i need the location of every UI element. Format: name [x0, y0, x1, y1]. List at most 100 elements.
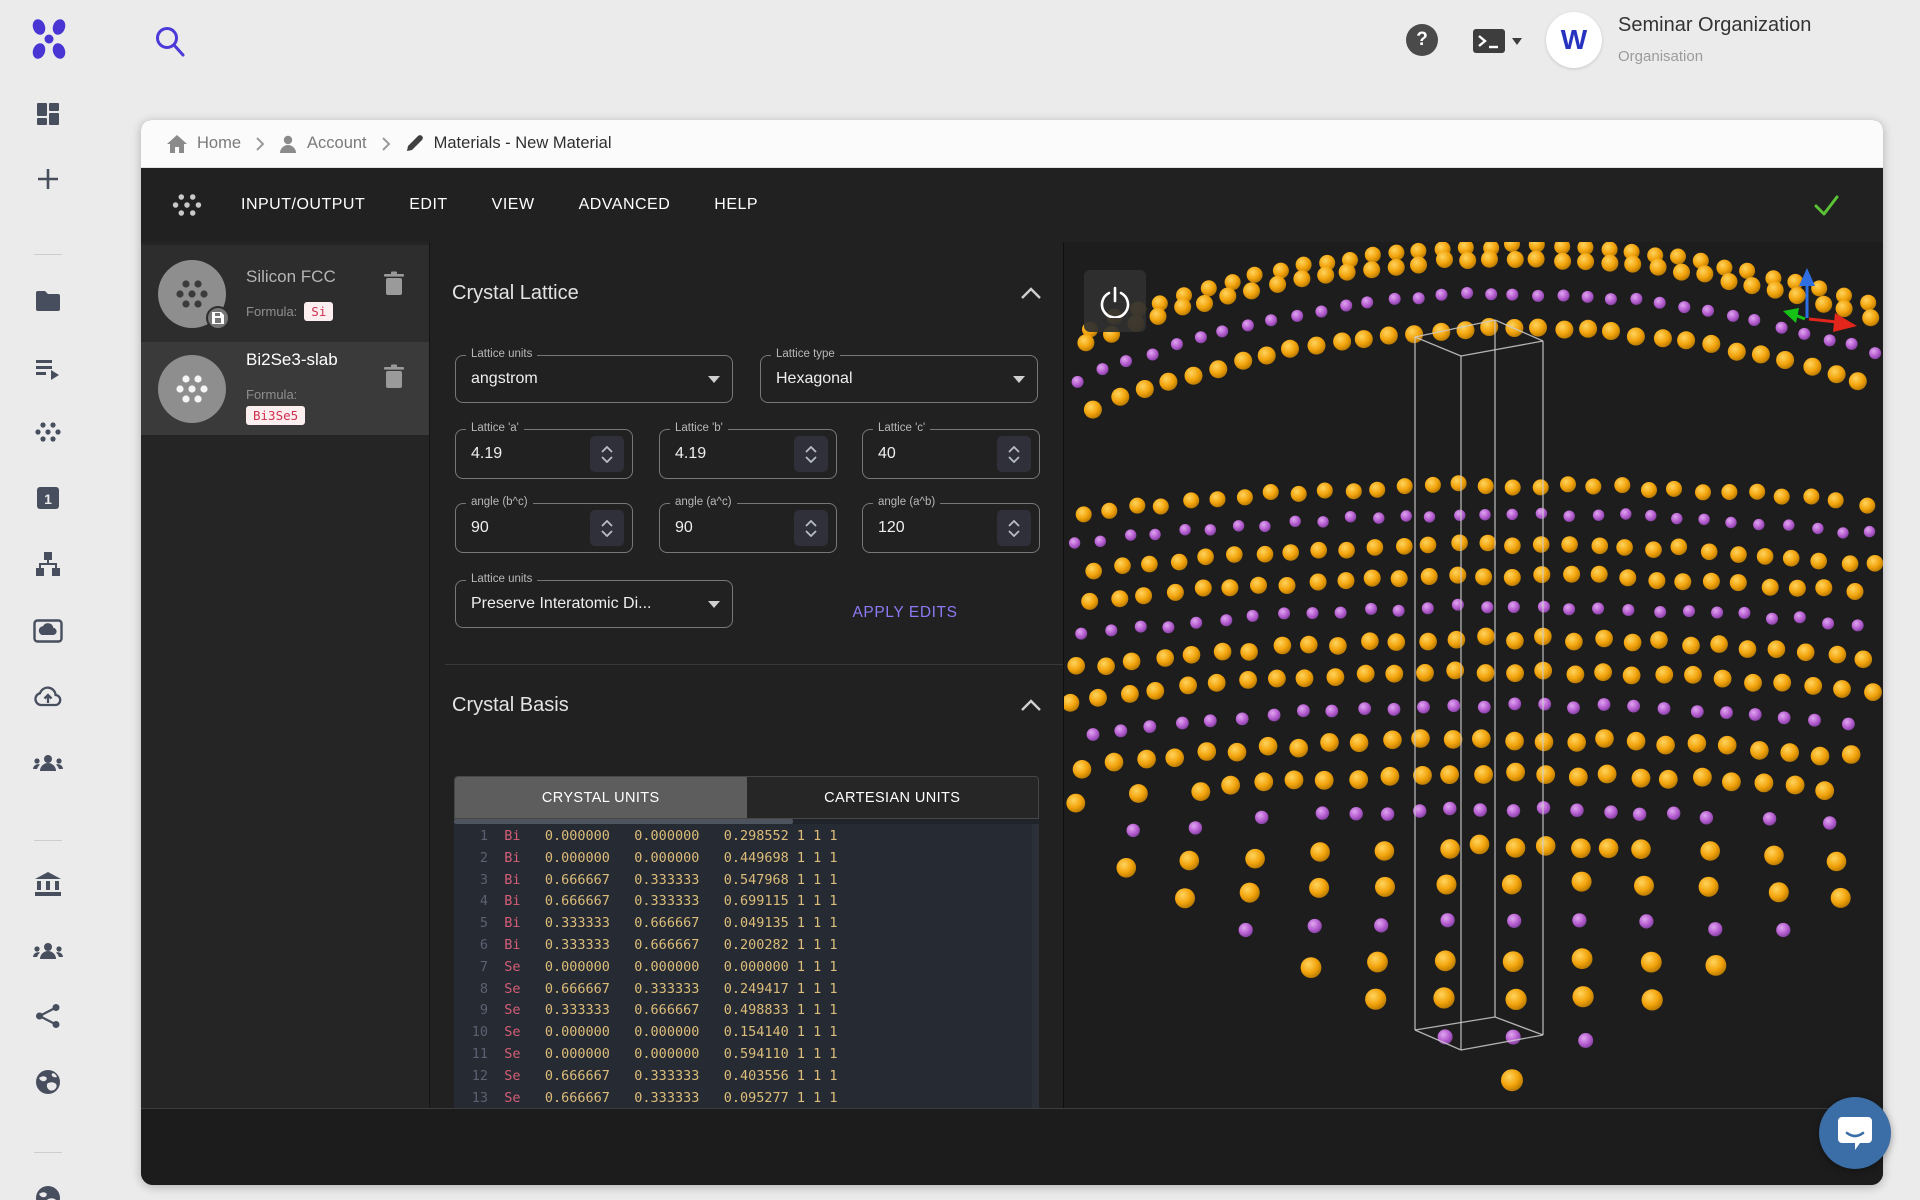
lattice-units-select[interactable]: Lattice units angstrom — [455, 355, 733, 403]
basis-code-editor[interactable]: 1 Bi 0.000000 0.000000 0.298552 1 1 12 B… — [454, 819, 1039, 1108]
number-stepper[interactable] — [590, 510, 624, 546]
menu-advanced[interactable]: ADVANCED — [579, 196, 671, 214]
material-formula: Bi3Se5 — [246, 406, 305, 425]
delete-icon[interactable] — [383, 364, 405, 390]
menu-view[interactable]: VIEW — [492, 196, 535, 214]
sidebar-divider — [34, 840, 62, 841]
sidebar-item-add[interactable] — [28, 159, 68, 199]
tab-cartesian-units[interactable]: CARTESIAN UNITS — [747, 777, 1039, 818]
material-avatar — [158, 355, 226, 423]
sidebar-item-projects[interactable] — [28, 281, 68, 321]
number-stepper[interactable] — [590, 436, 624, 472]
sidebar-item-organization[interactable] — [28, 864, 68, 904]
lattice-a-input[interactable]: Lattice 'a' 4.19 — [455, 429, 633, 479]
chevron-down-icon — [1013, 376, 1025, 383]
section-title-crystal-basis: Crystal Basis — [452, 694, 569, 717]
formula-chip: Bi3Se5 — [246, 406, 305, 425]
check-icon — [1811, 190, 1841, 220]
sidebar-item-workflows[interactable] — [28, 544, 68, 584]
search-icon[interactable] — [153, 24, 187, 60]
tab-crystal-units[interactable]: CRYSTAL UNITS — [455, 777, 747, 818]
number-stepper[interactable] — [794, 510, 828, 546]
number-stepper[interactable] — [997, 510, 1031, 546]
angle-beta-input[interactable]: angle (a^c) 90 — [659, 503, 837, 553]
cloud-upload-icon — [33, 685, 63, 709]
people-icon — [32, 752, 64, 774]
material-item-bi2se3[interactable]: Bi2Se3-slab Formula: Bi3Se5 — [141, 342, 429, 435]
help-icon[interactable]: ? — [1406, 24, 1438, 56]
saved-badge-icon — [206, 306, 230, 330]
people-icon — [32, 940, 64, 962]
sidebar-item-users[interactable] — [28, 931, 68, 971]
org-name[interactable]: Seminar Organization — [1618, 14, 1811, 37]
org-subtitle: Organisation — [1618, 48, 1703, 65]
number-stepper[interactable] — [794, 436, 828, 472]
globe-icon — [34, 1184, 62, 1200]
sidebar-divider — [34, 254, 62, 255]
chevron-down-icon — [708, 376, 720, 383]
axes-gizmo — [1765, 256, 1865, 346]
angle-gamma-input[interactable]: angle (a^b) 120 — [862, 503, 1040, 553]
home-icon — [167, 135, 187, 153]
sidebar-rail: 1 — [0, 0, 141, 1200]
atoms-icon — [171, 189, 203, 221]
sidebar-item-calendar[interactable]: 1 — [28, 478, 68, 518]
sidebar-item-public[interactable] — [28, 1062, 68, 1102]
chevron-right-icon — [381, 137, 391, 151]
breadcrumb-home[interactable]: Home — [167, 134, 241, 153]
person-icon — [279, 135, 297, 153]
structure-viewer-3d[interactable] — [1064, 242, 1883, 1108]
angle-alpha-input[interactable]: angle (b^c) 90 — [455, 503, 633, 553]
collapse-chevron-icon[interactable] — [1020, 698, 1042, 712]
material-item-silicon[interactable]: Silicon FCC Formula: Si — [141, 245, 429, 342]
media-icon — [33, 619, 63, 643]
menu-help[interactable]: HELP — [714, 196, 758, 214]
job-list-icon — [34, 356, 62, 382]
horizontal-scrollbar[interactable] — [454, 819, 1039, 824]
material-title: Silicon FCC — [246, 267, 336, 287]
sidebar-item-dashboard[interactable] — [28, 94, 68, 134]
folder-icon — [34, 289, 62, 313]
plus-icon — [35, 166, 61, 192]
avatar[interactable]: W — [1546, 12, 1602, 68]
reposition-mode-select[interactable]: Lattice units Preserve Interatomic Di... — [455, 580, 733, 628]
atoms-icon — [34, 418, 62, 446]
chat-support-button[interactable] — [1819, 1097, 1891, 1169]
delete-icon[interactable] — [383, 271, 405, 297]
basis-units-tabs: CRYSTAL UNITS CARTESIAN UNITS — [454, 776, 1039, 819]
app-page: ? W Seminar Organization Organisation — [0, 0, 1920, 1200]
material-formula: Formula: Si — [246, 302, 333, 321]
dashboard-icon — [35, 101, 61, 127]
formula-chip: Si — [304, 302, 333, 321]
menu-input-output[interactable]: INPUT/OUTPUT — [241, 196, 365, 214]
chat-bubble-icon — [1835, 1114, 1875, 1152]
workflow-icon — [34, 550, 62, 578]
menu-edit[interactable]: EDIT — [409, 196, 447, 214]
window-footer — [141, 1108, 1883, 1185]
sidebar-item-materials[interactable] — [28, 412, 68, 452]
collapse-chevron-icon[interactable] — [1020, 286, 1042, 300]
terminal-dropdown-icon[interactable] — [1472, 27, 1524, 55]
main-window: Home Account Materials - New Material — [141, 120, 1883, 1185]
sidebar-item-explore[interactable] — [28, 1178, 68, 1200]
section-title-crystal-lattice: Crystal Lattice — [452, 282, 579, 305]
lattice-type-select[interactable]: Lattice type Hexagonal — [760, 355, 1038, 403]
sidebar-item-media[interactable] — [28, 611, 68, 651]
vertical-scrollbar[interactable] — [1032, 824, 1039, 1108]
breadcrumb-account[interactable]: Account — [279, 134, 367, 153]
sidebar-item-cloud-upload[interactable] — [28, 677, 68, 717]
section-divider — [445, 664, 1063, 665]
share-icon — [35, 1003, 61, 1029]
breadcrumb: Home Account Materials - New Material — [141, 120, 1883, 168]
lattice-b-input[interactable]: Lattice 'b' 4.19 — [659, 429, 837, 479]
number-stepper[interactable] — [997, 436, 1031, 472]
sidebar-item-share[interactable] — [28, 996, 68, 1036]
breadcrumb-current[interactable]: Materials - New Material — [405, 134, 612, 153]
materials-list: Silicon FCC Formula: Si Bi2Se3-slab — [141, 242, 430, 1108]
lattice-c-input[interactable]: Lattice 'c' 40 — [862, 429, 1040, 479]
sidebar-item-team[interactable] — [28, 743, 68, 783]
sidebar-item-jobs[interactable] — [28, 349, 68, 389]
sidebar-divider — [34, 1152, 62, 1153]
viewer-power-button[interactable] — [1084, 270, 1146, 332]
apply-edits-button[interactable]: APPLY EDITS — [820, 594, 990, 632]
